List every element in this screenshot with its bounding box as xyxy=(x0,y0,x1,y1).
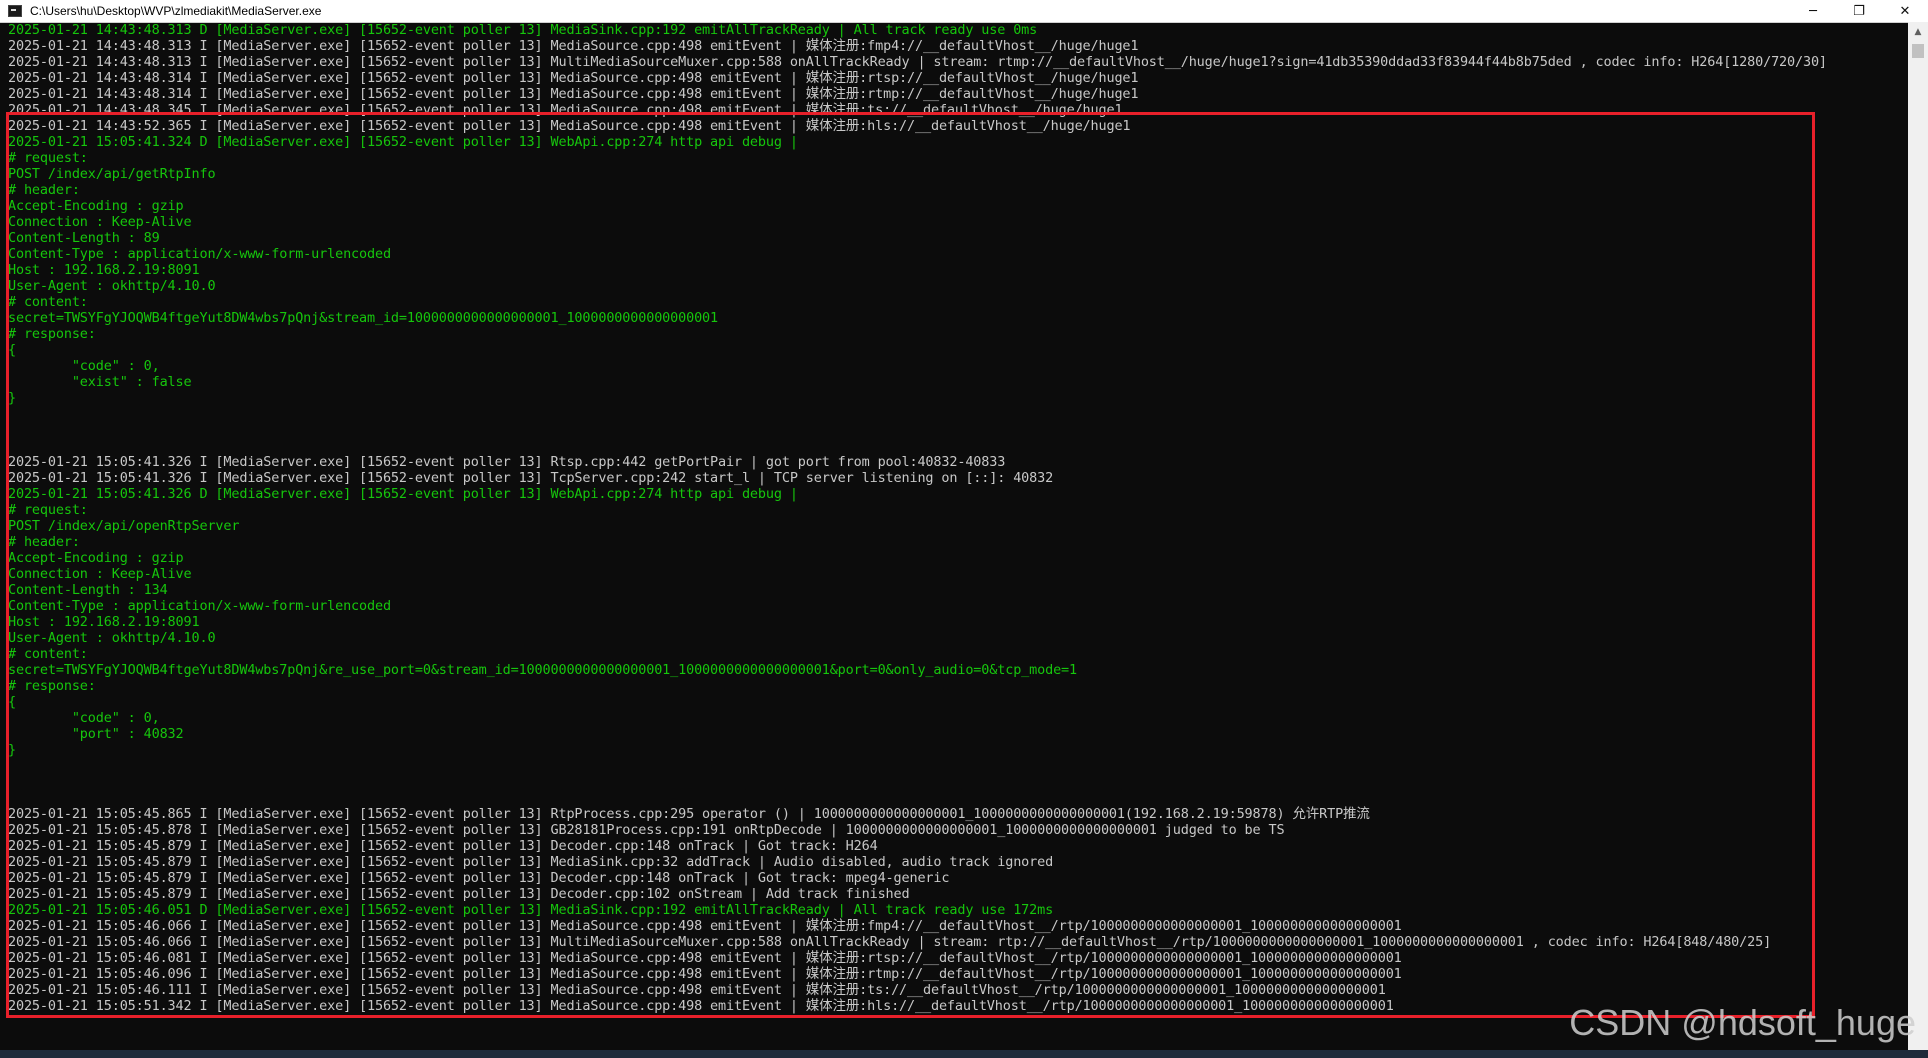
console-line: Host : 192.168.2.19:8091 xyxy=(8,262,200,278)
console-line: secret=TWSYFgYJOQWB4ftgeYut8DW4wbs7pQnj&… xyxy=(8,662,1078,678)
console-line: 2025-01-21 15:05:45.879 I [MediaServer.e… xyxy=(8,886,910,902)
console-line: 2025-01-21 15:05:46.096 I [MediaServer.e… xyxy=(8,966,1402,982)
console-line: "code" : 0, xyxy=(8,710,160,726)
console-line: } xyxy=(8,390,16,406)
console-line: "port" : 40832 xyxy=(8,726,184,742)
console-line: 2025-01-21 14:43:48.314 I [MediaServer.e… xyxy=(8,70,1139,86)
console-line: # request: xyxy=(8,150,88,166)
console-line: { xyxy=(8,342,16,358)
console-line: "exist" : false xyxy=(8,374,192,390)
console-line: # header: xyxy=(8,182,80,198)
console-line: POST /index/api/openRtpServer xyxy=(8,518,240,534)
window-titlebar[interactable]: C:\Users\hu\Desktop\WVP\zlmediakit\Media… xyxy=(0,0,1928,23)
console-app-icon xyxy=(8,5,22,17)
console-line: # content: xyxy=(8,646,88,662)
console-line: 2025-01-21 14:43:48.314 I [MediaServer.e… xyxy=(8,86,1139,102)
console-line: 2025-01-21 14:43:52.365 I [MediaServer.e… xyxy=(8,118,1131,134)
minimize-button[interactable]: ─ xyxy=(1790,0,1836,22)
vertical-scrollbar[interactable]: ▲ xyxy=(1908,22,1928,1050)
console-line: 2025-01-21 14:43:48.313 I [MediaServer.e… xyxy=(8,54,1827,70)
console-line: 2025-01-21 15:05:45.879 I [MediaServer.e… xyxy=(8,854,1054,870)
console-line: Content-Length : 89 xyxy=(8,230,160,246)
console-line: 2025-01-21 15:05:41.326 I [MediaServer.e… xyxy=(8,454,1006,470)
console-line: # response: xyxy=(8,326,96,342)
console-output[interactable]: 2025-01-21 14:43:48.313 D [MediaServer.e… xyxy=(0,22,1908,1050)
console-line: # header: xyxy=(8,534,80,550)
console-line: 2025-01-21 15:05:46.111 I [MediaServer.e… xyxy=(8,982,1386,998)
console-line: Content-Type : application/x-www-form-ur… xyxy=(8,598,391,614)
restore-button[interactable]: ❐ xyxy=(1836,0,1882,22)
console-line: 2025-01-21 15:05:45.865 I [MediaServer.e… xyxy=(8,806,1370,822)
console-line: Accept-Encoding : gzip xyxy=(8,550,184,566)
scroll-thumb[interactable] xyxy=(1912,44,1924,58)
console-line: } xyxy=(8,742,16,758)
console-line: Accept-Encoding : gzip xyxy=(8,198,184,214)
console-line: Connection : Keep-Alive xyxy=(8,214,192,230)
window-title: C:\Users\hu\Desktop\WVP\zlmediakit\Media… xyxy=(30,4,322,18)
console-line: 2025-01-21 15:05:41.324 D [MediaServer.e… xyxy=(8,134,798,150)
console-line: secret=TWSYFgYJOQWB4ftgeYut8DW4wbs7pQnj&… xyxy=(8,310,719,326)
console-line: 2025-01-21 15:05:46.081 I [MediaServer.e… xyxy=(8,950,1402,966)
console-line: 2025-01-21 15:05:45.879 I [MediaServer.e… xyxy=(8,870,950,886)
console-line: Content-Type : application/x-www-form-ur… xyxy=(8,246,391,262)
console-line: 2025-01-21 15:05:41.326 I [MediaServer.e… xyxy=(8,470,1054,486)
close-button[interactable]: ✕ xyxy=(1882,0,1928,22)
console-line: 2025-01-21 15:05:51.342 I [MediaServer.e… xyxy=(8,998,1394,1014)
console-line: 2025-01-21 14:43:48.313 I [MediaServer.e… xyxy=(8,38,1139,54)
console-line: Connection : Keep-Alive xyxy=(8,566,192,582)
console-line: # request: xyxy=(8,502,88,518)
console-line: 2025-01-21 15:05:41.326 D [MediaServer.e… xyxy=(8,486,798,502)
console-line: 2025-01-21 15:05:45.879 I [MediaServer.e… xyxy=(8,838,878,854)
console-line: # response: xyxy=(8,678,96,694)
console-line: "code" : 0, xyxy=(8,358,160,374)
console-line: Host : 192.168.2.19:8091 xyxy=(8,614,200,630)
console-line: { xyxy=(8,694,16,710)
console-line: 2025-01-21 14:43:48.345 I [MediaServer.e… xyxy=(8,102,1123,118)
console-line: User-Agent : okhttp/4.10.0 xyxy=(8,278,216,294)
console-line: 2025-01-21 15:05:45.878 I [MediaServer.e… xyxy=(8,822,1285,838)
console-line: 2025-01-21 15:05:46.066 I [MediaServer.e… xyxy=(8,934,1772,950)
console-line: 2025-01-21 14:43:48.313 D [MediaServer.e… xyxy=(8,22,1038,38)
scroll-up-arrow-icon[interactable]: ▲ xyxy=(1908,22,1928,42)
console-line: 2025-01-21 15:05:46.051 D [MediaServer.e… xyxy=(8,902,1054,918)
console-line: 2025-01-21 15:05:46.066 I [MediaServer.e… xyxy=(8,918,1402,934)
taskbar-strip xyxy=(0,1050,1928,1058)
console-line: User-Agent : okhttp/4.10.0 xyxy=(8,630,216,646)
console-line: POST /index/api/getRtpInfo xyxy=(8,166,216,182)
console-line: # content: xyxy=(8,294,88,310)
console-line: Content-Length : 134 xyxy=(8,582,168,598)
